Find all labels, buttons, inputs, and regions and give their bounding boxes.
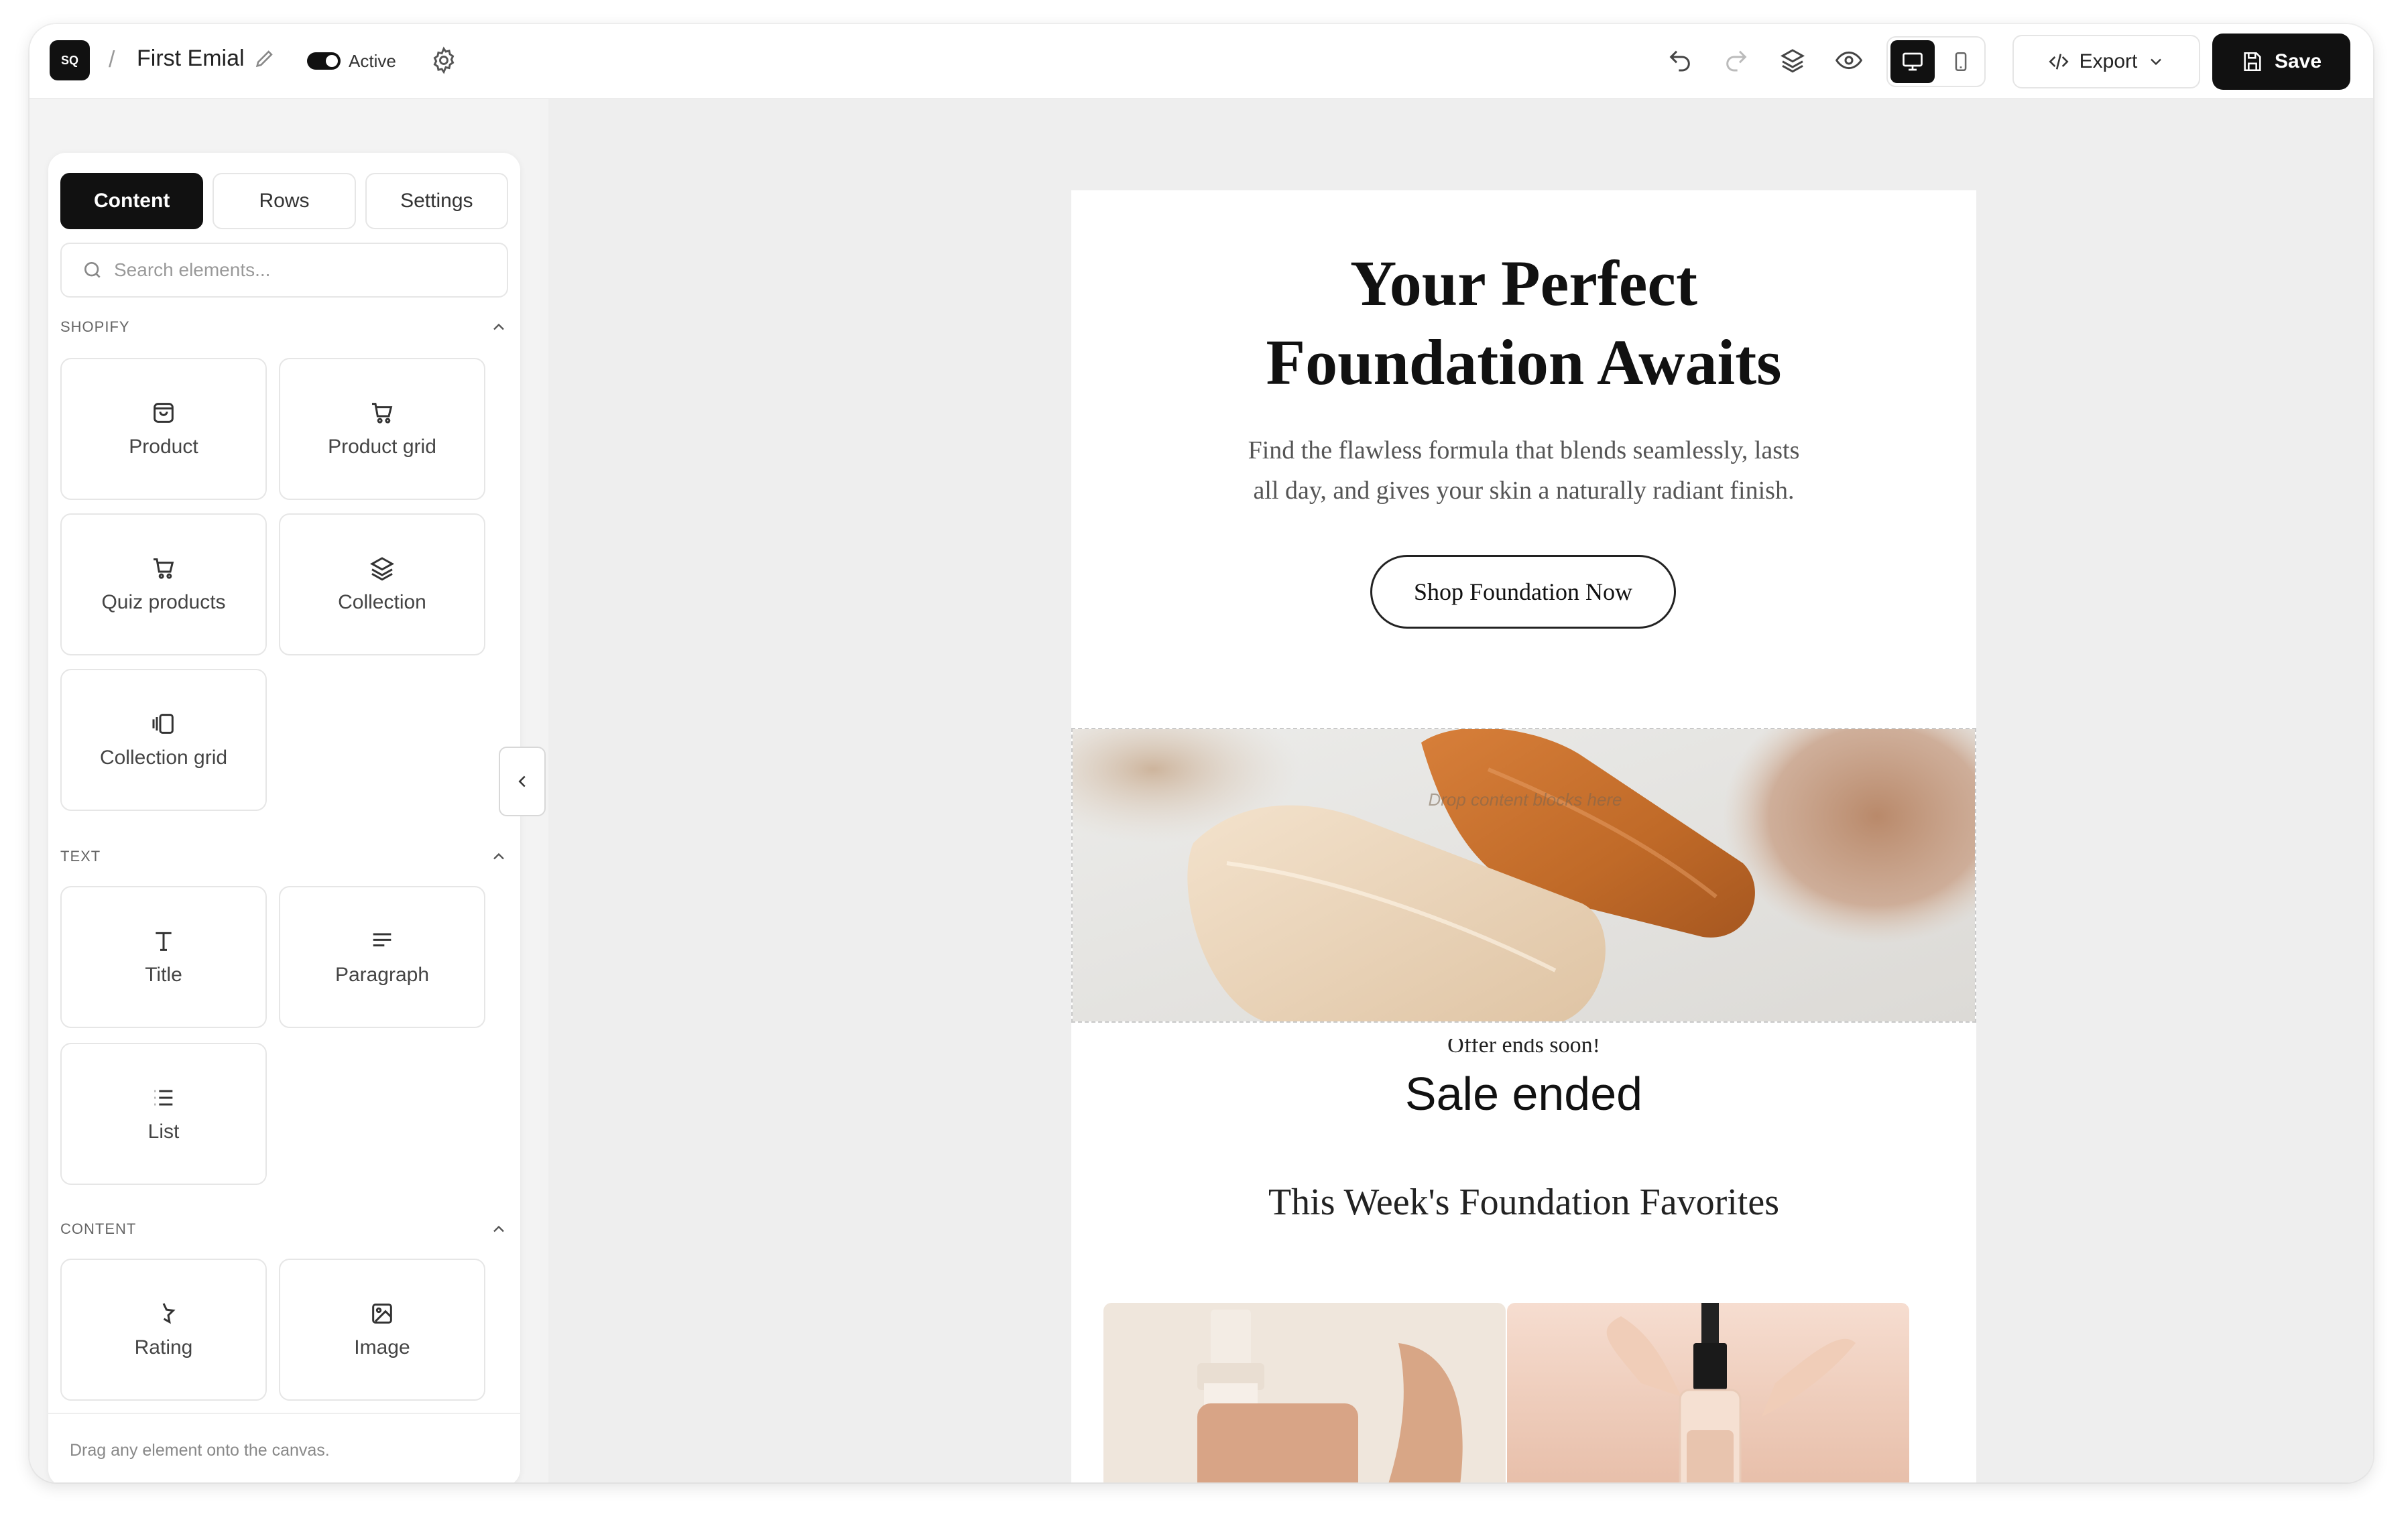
section-title-shopify: SHOPIFY	[60, 318, 130, 335]
section-header-text[interactable]: TEXT	[60, 843, 508, 870]
element-label: Title	[145, 964, 182, 986]
chevron-down-icon	[2151, 58, 2162, 66]
hero-title[interactable]: Your Perfect Foundation Awaits	[1071, 244, 1976, 402]
layers-icon	[369, 557, 395, 581]
code-icon	[2049, 54, 2069, 70]
section-header-content[interactable]: CONTENT	[60, 1216, 508, 1243]
element-label: Collection	[338, 591, 426, 613]
offer-text[interactable]: Offer ends soon!	[1071, 1039, 1976, 1062]
layers-icon[interactable]	[1777, 44, 1809, 76]
countdown-status[interactable]: Sale ended	[1071, 1067, 1976, 1121]
search-icon	[84, 262, 101, 278]
paragraph-icon	[373, 933, 392, 947]
elements-panel: Content Rows Settings SHOPIFY Product	[48, 153, 520, 1482]
mobile-view-button[interactable]	[1939, 40, 1983, 83]
gallery-icon	[152, 714, 174, 734]
sidebar-footer-hint: Drag any element onto the canvas.	[48, 1413, 520, 1482]
chevron-up-icon	[493, 1225, 504, 1232]
tab-rows[interactable]: Rows	[213, 173, 356, 229]
element-product[interactable]: Product	[60, 358, 267, 500]
save-button[interactable]: Save	[2212, 34, 2350, 90]
chevron-up-icon	[493, 852, 504, 860]
bag-icon	[154, 403, 174, 423]
chevron-left-icon	[518, 775, 526, 787]
foundation-swatch-banner[interactable]: Drop content blocks here	[1071, 728, 1976, 1023]
element-product-grid[interactable]: Product grid	[279, 358, 485, 500]
list-icon	[154, 1090, 173, 1106]
chevron-up-icon	[493, 323, 504, 330]
tab-settings[interactable]: Settings	[365, 173, 508, 229]
monitor-icon	[1903, 52, 1923, 71]
active-status-label: Active	[349, 51, 396, 71]
element-image[interactable]: Image	[279, 1259, 485, 1401]
element-title[interactable]: Title	[60, 886, 267, 1028]
element-collection-grid[interactable]: Collection grid	[60, 669, 267, 811]
element-label: Quiz products	[101, 591, 226, 613]
tab-content[interactable]: Content	[60, 173, 204, 229]
element-quiz-products[interactable]: Quiz products	[60, 513, 267, 655]
element-label: Image	[354, 1336, 410, 1358]
foundation-dropper-image	[1507, 1303, 1909, 1482]
device-toggle-group	[1886, 36, 1986, 87]
element-label: Collection grid	[99, 747, 228, 769]
email-title[interactable]: First Emial	[137, 46, 245, 72]
cart-icon	[372, 403, 393, 424]
section-title-text: TEXT	[60, 848, 101, 865]
shop-foundation-button[interactable]: Shop Foundation Now	[1370, 555, 1676, 629]
favorites-heading[interactable]: This Week's Foundation Favorites	[1071, 1181, 1976, 1224]
settings-gear-icon[interactable]	[429, 46, 459, 75]
element-paragraph[interactable]: Paragraph	[279, 886, 485, 1028]
desktop-view-button[interactable]	[1890, 40, 1935, 83]
email-canvas: ⋮⋮ 1 1C ⋮⋮ 2 1C ⋮⋮ 3 Your Perfect Founda…	[548, 99, 2373, 1482]
element-label: Rating	[134, 1336, 193, 1358]
pencil-icon[interactable]	[253, 47, 276, 70]
cart-icon	[154, 558, 174, 579]
element-list[interactable]: List	[60, 1043, 267, 1185]
foundation-bottle-image	[1103, 1303, 1506, 1482]
floppy-disk-icon	[2244, 52, 2261, 72]
product-image-2[interactable]	[1507, 1303, 1909, 1482]
undo-icon[interactable]	[1664, 44, 1696, 76]
email-preview[interactable]: Your Perfect Foundation Awaits Find the …	[1071, 190, 1976, 1482]
foundation-swatch-image	[1073, 729, 1975, 1021]
image-icon	[372, 1304, 392, 1324]
top-bar: SQ / First Emial Active Export Save	[29, 24, 2373, 99]
breadcrumb-separator: /	[109, 47, 115, 72]
save-label: Save	[2274, 50, 2322, 72]
preview-eye-icon[interactable]	[1833, 44, 1865, 76]
app-window: SQ / First Emial Active Export Save Cont…	[29, 24, 2373, 1482]
search-input[interactable]	[114, 259, 489, 281]
type-icon	[156, 932, 172, 951]
section-title-content: CONTENT	[60, 1220, 137, 1237]
export-button[interactable]: Export	[2012, 35, 2200, 88]
drop-hint: Drop content blocks here	[1428, 789, 1622, 810]
star-half-icon	[152, 1301, 176, 1324]
element-rating[interactable]: Rating	[60, 1259, 267, 1401]
product-image-1[interactable]	[1103, 1303, 1506, 1482]
smartphone-icon	[1955, 52, 1967, 72]
search-box	[60, 243, 508, 298]
hero-subtitle[interactable]: Find the flawless formula that blends se…	[1232, 430, 1815, 511]
export-label: Export	[2079, 50, 2138, 72]
panel-tabs: Content Rows Settings	[60, 173, 508, 229]
element-label: Paragraph	[335, 964, 430, 986]
element-label: Product	[129, 436, 198, 458]
section-header-shopify[interactable]: SHOPIFY	[60, 314, 508, 340]
element-collection[interactable]: Collection	[279, 513, 485, 655]
hero-title-line-2: Foundation Awaits	[1266, 326, 1782, 398]
sidebar-area: Content Rows Settings SHOPIFY Product	[29, 99, 548, 1482]
collapse-sidebar-button[interactable]	[499, 747, 546, 816]
app-logo[interactable]: SQ	[50, 40, 90, 80]
active-toggle[interactable]	[307, 52, 341, 70]
element-label: List	[147, 1121, 180, 1143]
hero-title-line-1: Your Perfect	[1350, 247, 1697, 319]
element-label: Product grid	[328, 436, 436, 458]
redo-icon[interactable]	[1720, 44, 1752, 76]
